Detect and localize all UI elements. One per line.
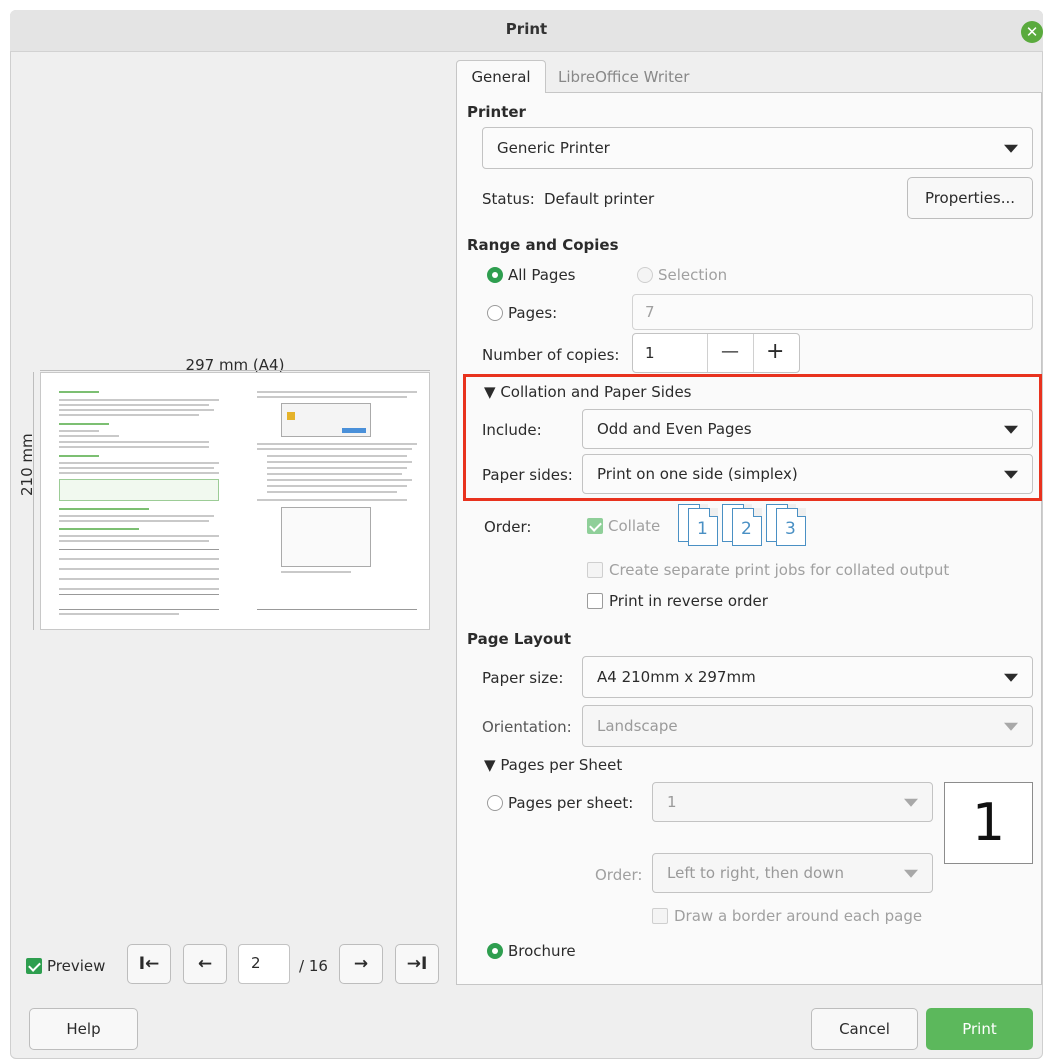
order-label: Order: xyxy=(484,518,532,536)
previous-page-icon: ← xyxy=(197,954,213,974)
help-button[interactable]: Help xyxy=(29,1008,138,1050)
brochure-label: Brochure xyxy=(508,942,576,960)
properties-button[interactable]: Properties... xyxy=(907,177,1033,219)
copies-value[interactable]: 1 xyxy=(645,344,655,362)
pps-order-value: Left to right, then down xyxy=(667,864,844,882)
border-checkbox[interactable] xyxy=(652,908,668,924)
chevron-down-icon xyxy=(1004,425,1018,434)
orientation-dropdown[interactable]: Landscape xyxy=(582,705,1033,747)
next-page-icon: → xyxy=(353,954,369,974)
printer-section-title: Printer xyxy=(467,103,526,121)
include-value: Odd and Even Pages xyxy=(597,420,752,438)
reverse-order-checkbox[interactable] xyxy=(587,593,603,609)
pages-per-sheet-label: Pages per sheet: xyxy=(508,794,634,812)
paper-size-dropdown[interactable]: A4 210mm x 297mm xyxy=(582,656,1033,698)
collate-pages-icon: 1 2 3 xyxy=(678,504,818,548)
orientation-label: Orientation: xyxy=(482,718,572,736)
close-icon[interactable]: ✕ xyxy=(1021,21,1043,43)
increase-copies-button[interactable]: + xyxy=(766,339,784,364)
include-dropdown[interactable]: Odd and Even Pages xyxy=(582,409,1033,449)
collation-section-title: Collation and Paper Sides xyxy=(500,383,692,401)
status-value: Default printer xyxy=(544,190,655,208)
page-total: / 16 xyxy=(299,957,328,975)
preview-checkbox[interactable] xyxy=(26,958,42,974)
pages-label: Pages: xyxy=(508,304,558,322)
brochure-radio[interactable] xyxy=(487,943,503,959)
printer-dropdown[interactable]: Generic Printer xyxy=(482,127,1033,169)
pages-radio[interactable] xyxy=(487,305,503,321)
paper-size-label: Paper size: xyxy=(482,669,564,687)
collate-label: Collate xyxy=(608,517,661,535)
collate-checkbox[interactable] xyxy=(587,518,603,534)
selection-radio[interactable] xyxy=(637,267,653,283)
collation-expander[interactable]: ▼ Collation and Paper Sides xyxy=(484,383,691,401)
first-page-button[interactable]: I← xyxy=(127,944,171,984)
copies-label: Number of copies: xyxy=(482,346,620,364)
pages-per-sheet-expander[interactable]: ▼ Pages per Sheet xyxy=(484,756,622,774)
pages-per-sheet-preview: 1 xyxy=(944,782,1033,864)
pages-per-sheet-section-title: Pages per Sheet xyxy=(500,756,623,774)
orientation-value: Landscape xyxy=(597,717,678,735)
last-page-icon: →I xyxy=(406,954,428,974)
chevron-down-icon xyxy=(904,869,918,878)
dialog-title: Print xyxy=(505,20,548,38)
chevron-down-icon xyxy=(1004,722,1018,731)
print-button[interactable]: Print xyxy=(926,1008,1033,1050)
paper-sides-dropdown[interactable]: Print on one side (simplex) xyxy=(582,454,1033,494)
selection-label: Selection xyxy=(658,266,728,284)
pps-order-dropdown[interactable]: Left to right, then down xyxy=(652,853,933,893)
page-number-input[interactable]: 2 xyxy=(238,944,290,984)
pages-input[interactable]: 7 xyxy=(632,294,1033,330)
all-pages-label: All Pages xyxy=(508,266,576,284)
last-page-button[interactable]: →I xyxy=(395,944,439,984)
tab-general[interactable]: General xyxy=(456,60,546,93)
status-label: Status: xyxy=(482,190,535,208)
chevron-down-icon xyxy=(904,798,918,807)
range-section-title: Range and Copies xyxy=(467,236,619,254)
chevron-down-icon xyxy=(1004,470,1018,479)
pps-order-label: Order: xyxy=(595,866,643,884)
preview-label: Preview xyxy=(47,957,106,975)
include-label: Include: xyxy=(482,421,542,439)
preview-width-ruler xyxy=(40,370,430,371)
first-page-icon: I← xyxy=(138,954,160,974)
border-label: Draw a border around each page xyxy=(674,907,923,925)
chevron-down-icon xyxy=(1004,673,1018,682)
paper-sides-label: Paper sides: xyxy=(482,466,573,484)
tab-libreoffice-writer[interactable]: LibreOffice Writer xyxy=(558,68,689,86)
previous-page-button[interactable]: ← xyxy=(183,944,227,984)
pages-per-sheet-radio[interactable] xyxy=(487,795,503,811)
page-layout-section-title: Page Layout xyxy=(467,630,571,648)
reverse-order-label: Print in reverse order xyxy=(609,592,768,610)
page-preview xyxy=(40,372,430,630)
paper-sides-value: Print on one side (simplex) xyxy=(597,465,798,483)
separate-jobs-label: Create separate print jobs for collated … xyxy=(609,561,950,579)
next-page-button[interactable]: → xyxy=(339,944,383,984)
chevron-down-icon xyxy=(1004,144,1018,153)
all-pages-radio[interactable] xyxy=(487,267,503,283)
decrease-copies-button[interactable]: — xyxy=(721,341,739,362)
pages-per-sheet-dropdown[interactable]: 1 xyxy=(652,782,933,822)
pages-per-sheet-value: 1 xyxy=(667,793,677,811)
preview-height-ruler xyxy=(33,372,34,630)
cancel-button[interactable]: Cancel xyxy=(811,1008,918,1050)
paper-size-value: A4 210mm x 297mm xyxy=(597,668,756,686)
separate-jobs-checkbox[interactable] xyxy=(587,562,603,578)
copies-spinner: 1 — + xyxy=(632,333,800,373)
printer-value: Generic Printer xyxy=(497,139,610,157)
